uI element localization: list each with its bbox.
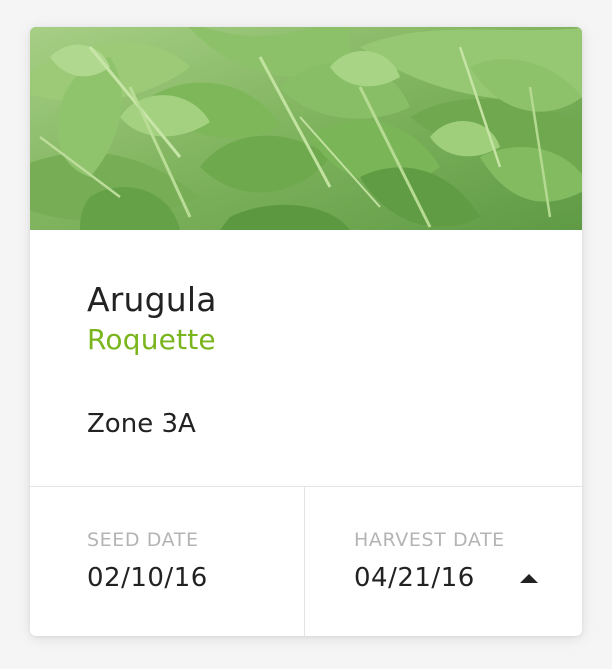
plant-info: Arugula Roquette Zone 3A [30, 230, 582, 486]
plant-photo [30, 27, 582, 230]
date-footer: SEED DATE 02/10/16 HARVEST DATE 04/21/16 [30, 486, 582, 636]
harvest-date-value: 04/21/16 [354, 563, 475, 593]
seed-date-label: SEED DATE [87, 529, 199, 551]
plant-name: Arugula [87, 280, 217, 319]
caret-up-icon[interactable] [516, 569, 542, 589]
footer-divider [304, 487, 305, 636]
plant-card[interactable]: Arugula Roquette Zone 3A SEED DATE 02/10… [30, 27, 582, 636]
plant-zone: Zone 3A [87, 409, 196, 439]
plant-variety: Roquette [87, 323, 216, 356]
seed-date-value: 02/10/16 [87, 563, 208, 593]
harvest-date-label: HARVEST DATE [354, 529, 505, 551]
